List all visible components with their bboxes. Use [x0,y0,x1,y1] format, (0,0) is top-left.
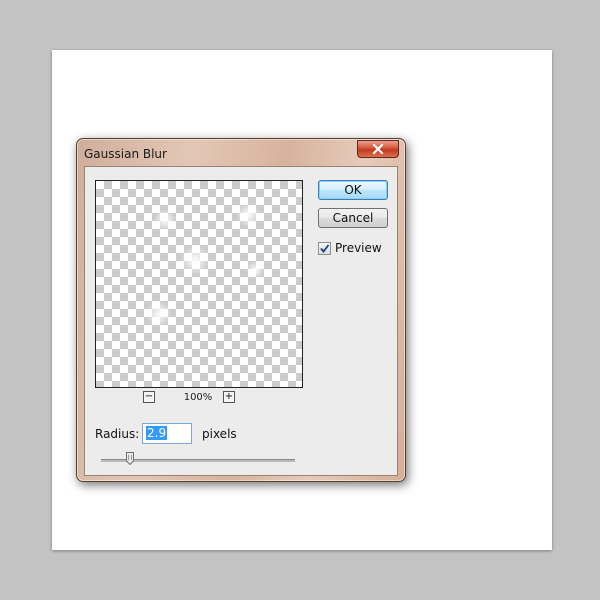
sparkle-highlight [246,261,264,279]
preview-image[interactable] [95,180,303,388]
radius-value: 2.9 [146,426,168,440]
ok-button[interactable]: OK [318,180,388,200]
zoom-in-button[interactable]: + [223,391,235,403]
zoom-level: 100% [183,392,213,403]
slider-thumb-icon[interactable] [126,452,135,465]
preview-label: Preview [335,241,382,255]
cancel-button[interactable]: Cancel [318,208,388,228]
preview-checkbox[interactable] [318,242,331,255]
checkmark-icon [320,244,330,253]
close-button[interactable] [357,140,399,158]
sparkle-highlight [236,203,260,227]
gaussian-blur-dialog: Gaussian Blur − 100% + OK Cancel Preview… [76,138,406,482]
dialog-title: Gaussian Blur [84,147,167,161]
radius-input[interactable]: 2.9 [142,423,192,444]
dialog-client-area: − 100% + OK Cancel Preview Radius: 2.9 p… [84,166,398,476]
zoom-out-button[interactable]: − [143,391,155,403]
sparkle-highlight [180,245,210,275]
radius-label: Radius: [95,427,140,441]
close-icon [372,144,384,154]
radius-units: pixels [202,427,237,441]
sparkle-highlight [154,209,176,231]
sparkle-highlight [146,301,172,327]
